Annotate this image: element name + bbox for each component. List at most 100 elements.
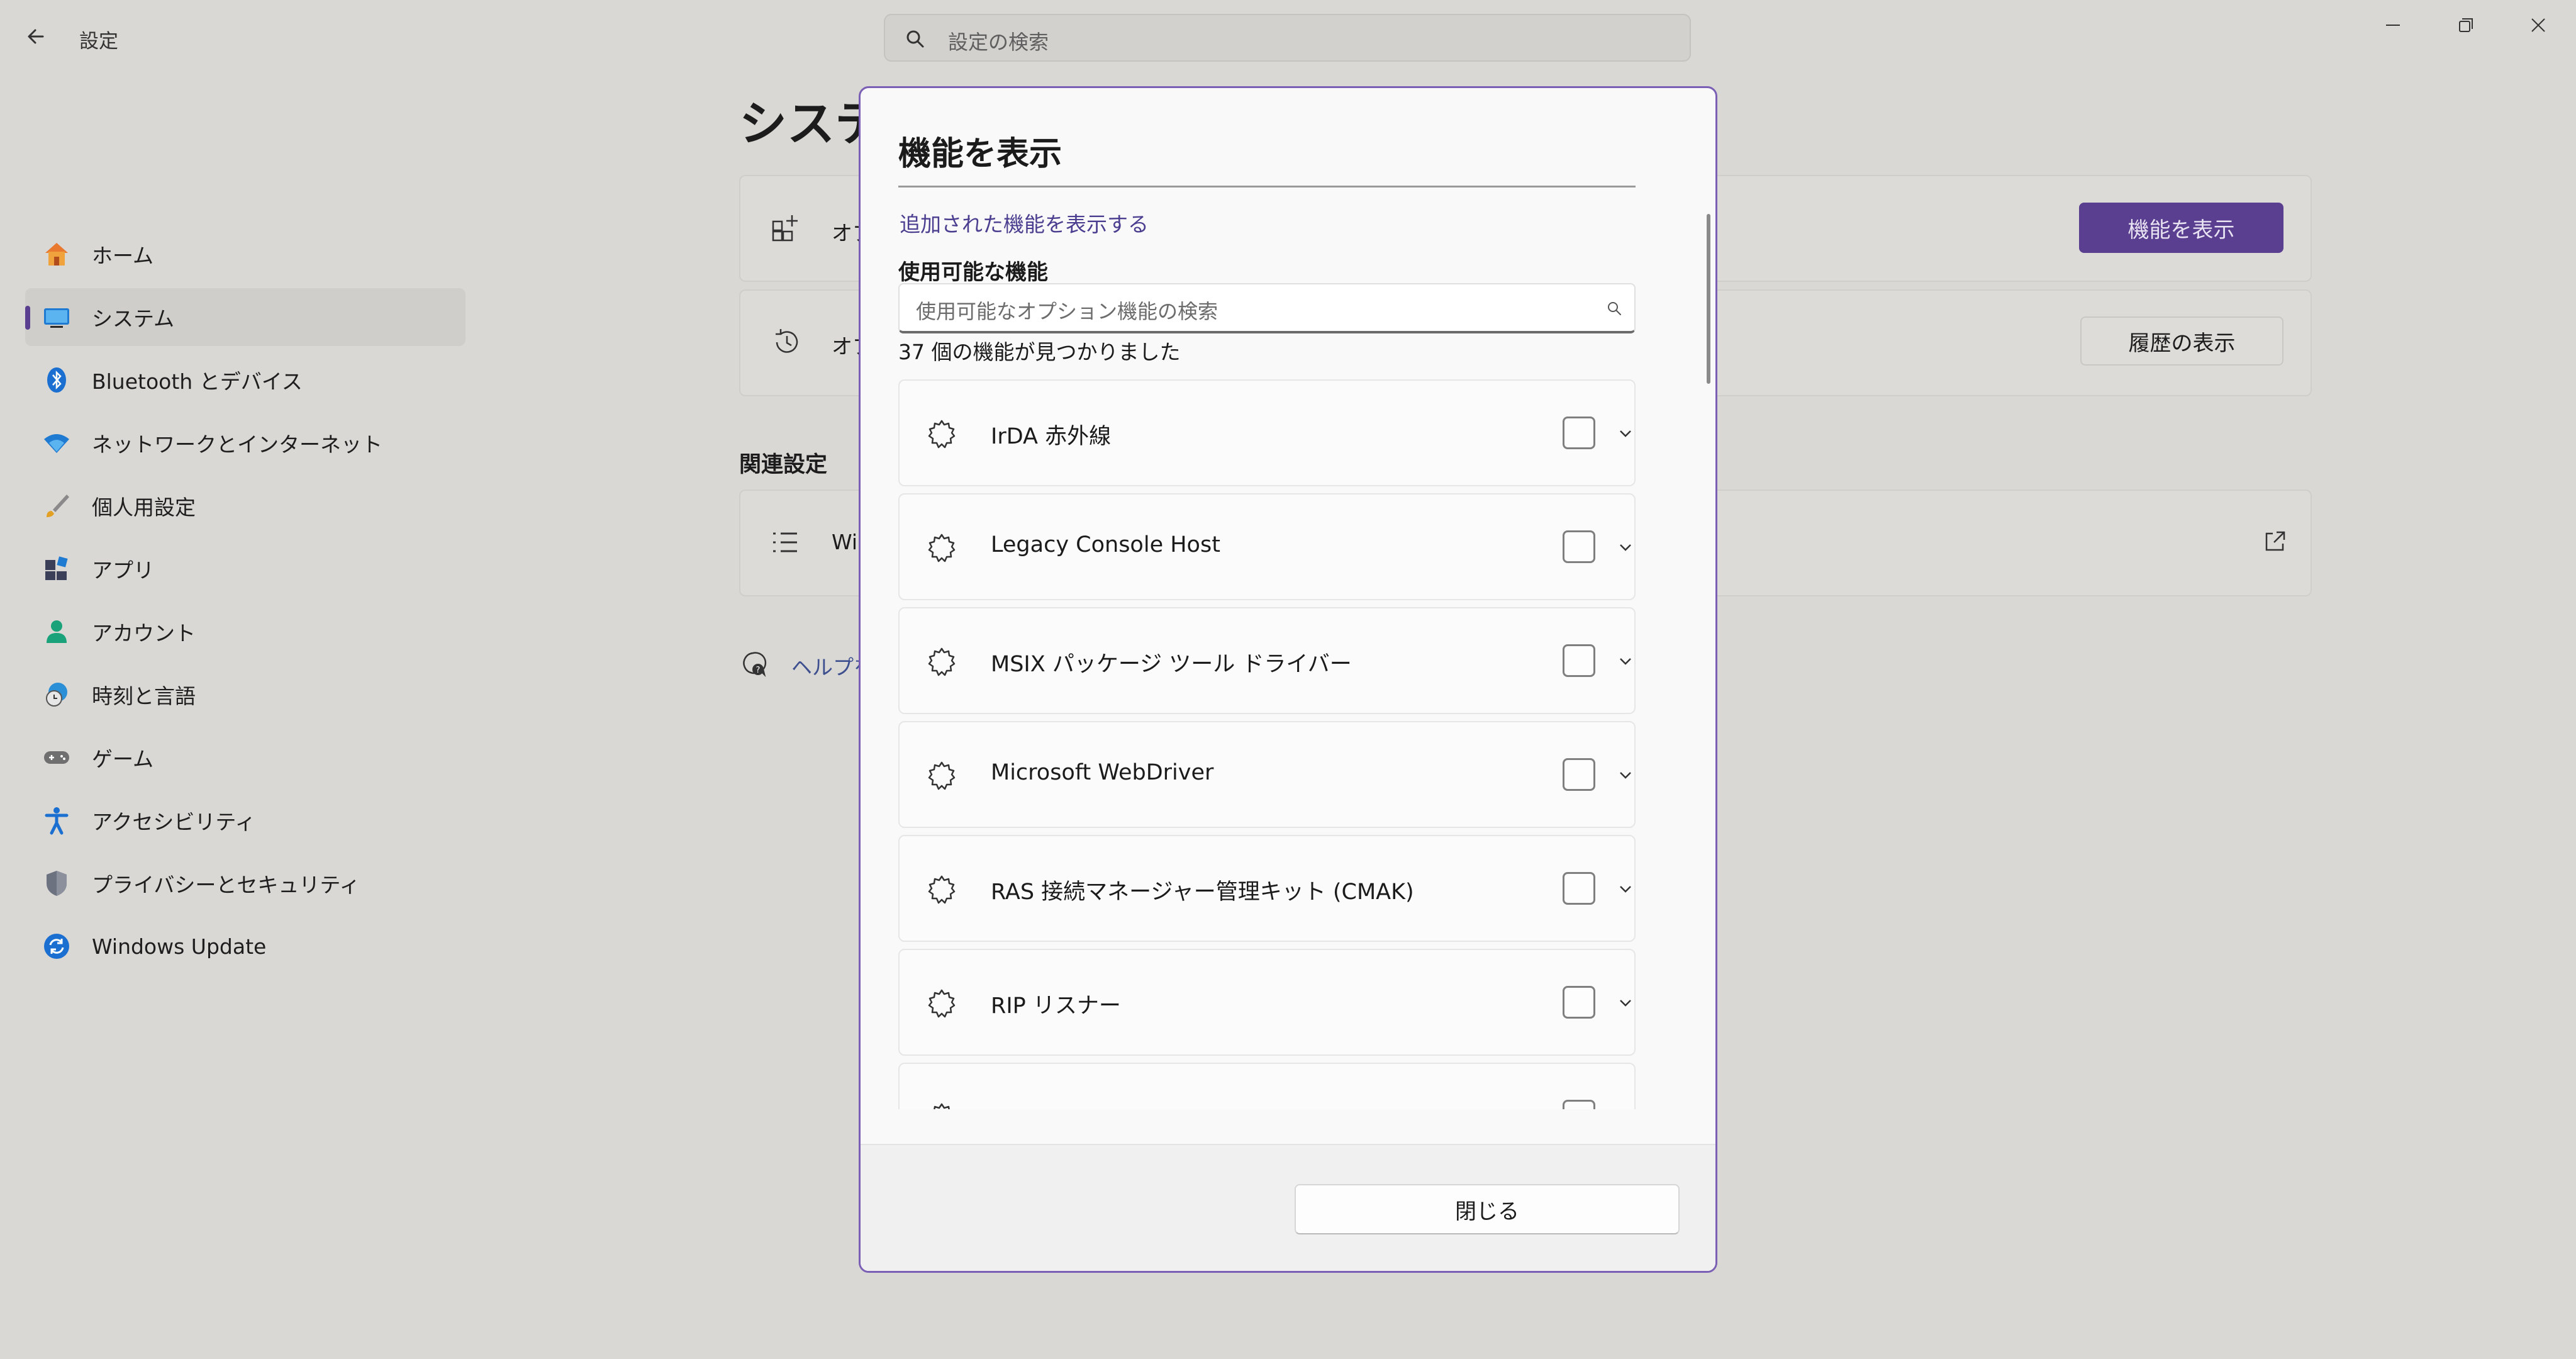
chevron-down-icon[interactable] bbox=[1617, 539, 1634, 556]
sidebar-item-label: Bluetooth とデバイス bbox=[92, 369, 303, 394]
bluetooth-icon bbox=[40, 364, 73, 396]
available-features-heading: 使用可能な機能 bbox=[898, 260, 1048, 285]
close-window-button[interactable] bbox=[2519, 13, 2557, 38]
sidebar-item-label: ネットワークとインターネット bbox=[92, 432, 382, 457]
sidebar-item-accessibility[interactable]: アクセシビリティ bbox=[25, 791, 466, 849]
view-features-dialog: 機能を表示 追加された機能を表示する 使用可能な機能 使用可能なオプション機能の… bbox=[859, 86, 1717, 1273]
puzzle-gear-icon bbox=[928, 420, 956, 449]
brush-icon bbox=[40, 489, 73, 522]
chevron-down-icon[interactable] bbox=[1617, 766, 1634, 784]
list-item[interactable]: IrDA 赤外線 bbox=[898, 379, 1636, 486]
feature-name: IrDA 赤外線 bbox=[991, 424, 1112, 449]
dialog-footer: 閉じる bbox=[861, 1144, 1715, 1271]
list-item[interactable]: Legacy Console Host bbox=[898, 493, 1636, 600]
sidebar-item-accounts[interactable]: アカウント bbox=[25, 603, 466, 661]
sidebar-item-windows-update[interactable]: Windows Update bbox=[25, 917, 466, 975]
shield-icon bbox=[40, 867, 73, 900]
sidebar-item-bluetooth[interactable]: Bluetooth とデバイス bbox=[25, 351, 466, 409]
sidebar-item-gaming[interactable]: ゲーム bbox=[25, 729, 466, 786]
selection-indicator bbox=[25, 306, 30, 330]
accessibility-icon bbox=[40, 804, 73, 837]
puzzle-gear-icon bbox=[934, 1103, 950, 1109]
feature-name: RIP リスナー bbox=[991, 993, 1121, 1019]
sidebar-item-apps[interactable]: アプリ bbox=[25, 540, 466, 598]
list-item[interactable]: Microsoft WebDriver bbox=[898, 721, 1636, 828]
sidebar-item-system[interactable]: システム bbox=[25, 288, 466, 346]
puzzle-gear-icon bbox=[928, 534, 956, 562]
restore-icon bbox=[2459, 18, 2473, 32]
gamepad-icon bbox=[40, 741, 73, 774]
related-settings-heading: 関連設定 bbox=[739, 452, 828, 478]
puzzle-gear-icon bbox=[928, 875, 956, 904]
chevron-down-icon[interactable] bbox=[1617, 1108, 1634, 1109]
sidebar-item-home[interactable]: ホーム bbox=[25, 225, 466, 283]
wifi-icon bbox=[40, 427, 73, 459]
puzzle-gear-icon bbox=[928, 989, 956, 1018]
scrollbar-thumb[interactable] bbox=[1707, 214, 1710, 384]
sidebar-item-label: アプリ bbox=[92, 558, 154, 583]
minimize-icon bbox=[2386, 25, 2400, 26]
list-icon bbox=[773, 532, 797, 552]
feature-checkbox[interactable] bbox=[1563, 872, 1595, 905]
feature-name: RAS 接続マネージャー管理キット (CMAK) bbox=[991, 880, 1414, 905]
update-icon bbox=[40, 930, 73, 963]
feature-name: MSIX パッケージ ツール ドライバー bbox=[991, 652, 1352, 677]
card-title: Wi bbox=[832, 530, 858, 554]
sidebar-item-label: ゲーム bbox=[92, 747, 154, 771]
sidebar-item-label: 時刻と言語 bbox=[92, 684, 196, 708]
feature-name: Microsoft WebDriver bbox=[991, 760, 1214, 785]
add-feature-icon bbox=[772, 215, 798, 242]
search-icon bbox=[906, 30, 924, 48]
minimize-button[interactable] bbox=[2374, 13, 2412, 38]
clock-globe-icon bbox=[40, 678, 73, 711]
sidebar-item-label: システム bbox=[92, 306, 175, 331]
sidebar-item-time-language[interactable]: 時刻と言語 bbox=[25, 666, 466, 724]
home-icon bbox=[40, 238, 73, 271]
history-icon bbox=[776, 329, 798, 353]
external-link-icon bbox=[2265, 531, 2285, 551]
sidebar-item-label: アクセシビリティ bbox=[92, 810, 256, 834]
sidebar-item-label: プライバシーとセキュリティ bbox=[92, 873, 360, 897]
puzzle-gear-icon bbox=[928, 647, 956, 676]
feature-checkbox[interactable] bbox=[1563, 758, 1595, 791]
list-item-partial[interactable] bbox=[898, 1063, 1636, 1109]
sidebar-item-label: ホーム bbox=[92, 243, 154, 268]
view-added-features-link[interactable]: 追加された機能を表示する bbox=[900, 208, 1149, 238]
system-icon bbox=[40, 301, 73, 333]
feature-checkbox[interactable] bbox=[1563, 1100, 1595, 1109]
back-arrow-icon bbox=[28, 29, 44, 44]
dialog-title: 機能を表示 bbox=[898, 135, 1062, 173]
svg-text:?: ? bbox=[756, 666, 761, 675]
feature-list: IrDA 赤外線 Legacy Console Host MSIX パッケージ … bbox=[898, 291, 1641, 1109]
sidebar-item-label: 個人用設定 bbox=[92, 495, 196, 520]
view-history-button[interactable]: 履歴の表示 bbox=[2080, 316, 2283, 366]
app-title: 設定 bbox=[79, 30, 118, 53]
feature-checkbox[interactable] bbox=[1563, 417, 1595, 449]
list-item[interactable]: RAS 接続マネージャー管理キット (CMAK) bbox=[898, 835, 1636, 942]
chevron-down-icon[interactable] bbox=[1617, 652, 1634, 670]
back-button[interactable] bbox=[24, 23, 52, 50]
chevron-down-icon[interactable] bbox=[1617, 425, 1634, 442]
sidebar-item-privacy[interactable]: プライバシーとセキュリティ bbox=[25, 854, 466, 912]
list-item[interactable]: RIP リスナー bbox=[898, 949, 1636, 1056]
feature-name: Legacy Console Host bbox=[991, 532, 1220, 557]
sidebar-item-label: Windows Update bbox=[92, 934, 267, 959]
close-button[interactable]: 閉じる bbox=[1295, 1184, 1680, 1234]
account-icon bbox=[40, 615, 73, 648]
feature-checkbox[interactable] bbox=[1563, 530, 1595, 563]
sidebar-item-network[interactable]: ネットワークとインターネット bbox=[25, 414, 466, 472]
chevron-down-icon[interactable] bbox=[1617, 994, 1634, 1012]
list-item[interactable]: MSIX パッケージ ツール ドライバー bbox=[898, 607, 1636, 714]
chevron-down-icon[interactable] bbox=[1617, 880, 1634, 898]
view-features-button[interactable]: 機能を表示 bbox=[2079, 203, 2283, 253]
close-icon bbox=[2531, 18, 2545, 32]
feature-checkbox[interactable] bbox=[1563, 644, 1595, 677]
puzzle-gear-icon bbox=[928, 761, 956, 790]
restore-button[interactable] bbox=[2447, 13, 2485, 38]
sidebar-item-personalization[interactable]: 個人用設定 bbox=[25, 477, 466, 535]
search-input[interactable]: 設定の検索 bbox=[884, 14, 1691, 62]
feature-checkbox[interactable] bbox=[1563, 986, 1595, 1019]
sidebar-item-label: アカウント bbox=[92, 621, 196, 646]
divider bbox=[898, 186, 1636, 187]
help-icon: ? bbox=[743, 652, 767, 678]
